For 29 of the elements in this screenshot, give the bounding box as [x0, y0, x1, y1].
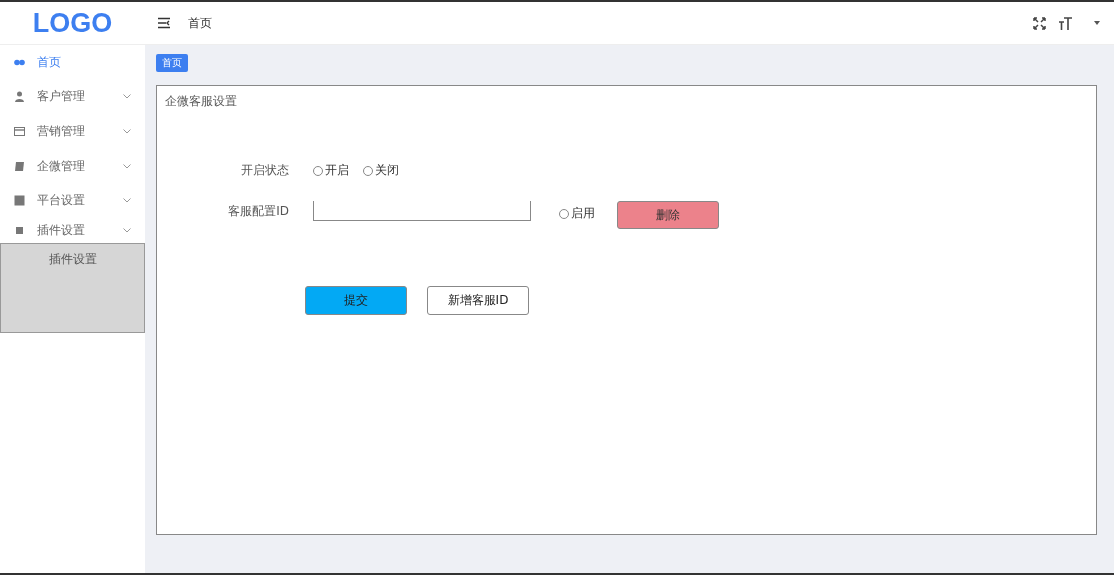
sidebar-item[interactable]: 平台设置 — [0, 183, 145, 218]
field-label: 开启状态 — [240, 162, 289, 179]
submenu-item[interactable]: 插件设置 — [48, 250, 97, 267]
sidebar-item[interactable]: 企微管理 — [0, 148, 145, 184]
menu-fold-icon[interactable] — [157, 17, 171, 29]
caret-icon[interactable] — [1094, 21, 1100, 25]
logo: LOGO — [31, 7, 114, 39]
user-icon — [14, 91, 25, 103]
text-size-icon[interactable] — [1058, 16, 1072, 30]
field-label: 客服配置ID — [227, 203, 289, 220]
radio-option[interactable]: 关闭 — [363, 162, 399, 179]
sidebar-item[interactable]: 首页 — [0, 45, 145, 80]
submit-button[interactable]: 提交 — [305, 286, 407, 315]
sidebar-item[interactable]: 插件设置 — [0, 217, 145, 243]
book-icon — [14, 160, 25, 172]
box-icon — [14, 195, 25, 207]
radio-option[interactable]: 开启 — [313, 162, 349, 179]
fullscreen-icon[interactable] — [1033, 16, 1046, 30]
delete-button[interactable]: 删除 — [617, 201, 719, 229]
sidebar-item[interactable]: 客户管理 — [0, 79, 145, 115]
panel-title: 企微客服设置 — [165, 93, 238, 110]
add-button[interactable]: 新增客服ID — [427, 286, 529, 315]
breadcrumb[interactable]: 首页 — [188, 14, 212, 32]
tab-tag[interactable]: 首页 — [156, 54, 188, 72]
square-icon — [14, 224, 25, 236]
card-icon — [14, 126, 25, 137]
input-field[interactable] — [313, 201, 531, 221]
sidebar-item[interactable]: 营销管理 — [0, 114, 145, 149]
radio-option[interactable]: 启用 — [559, 205, 595, 222]
